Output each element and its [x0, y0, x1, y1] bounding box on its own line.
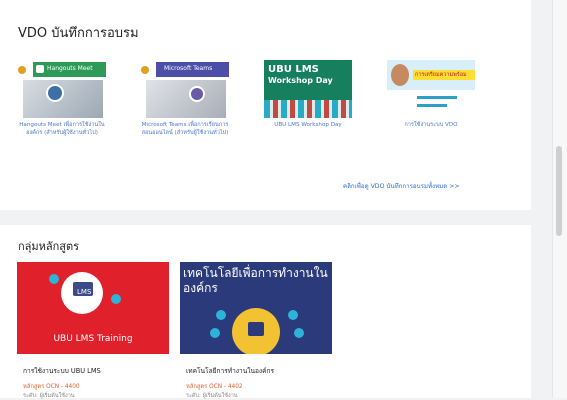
cone-icon [141, 66, 149, 74]
avatar [189, 86, 205, 102]
course-meta: ระดับ: ผู้เริ่มต้นใช้งาน [186, 393, 238, 399]
avatar [391, 64, 409, 86]
vdo-item-label[interactable]: UBU LMS Workshop Day [264, 121, 352, 129]
vdo-thumbnail[interactable]: Microsoft Teams [141, 60, 229, 118]
course-section-title: กลุ่มหลักสูตร [18, 240, 80, 253]
scrollbar-thumb[interactable] [556, 146, 562, 236]
chart-icon [294, 328, 304, 338]
course-card-2[interactable]: เทคโนโลยีเพื่อการทำงานในองค์กร เทคโนโลยี… [180, 262, 332, 399]
meet-icon [36, 65, 44, 73]
course-image[interactable]: LMS UBU LMS Training [17, 262, 169, 354]
vdo-thumbnail[interactable]: UBU LMS Workshop Day [264, 60, 352, 118]
cone-icon [18, 66, 26, 74]
course-card-1[interactable]: LMS UBU LMS Training การใช้งานระบบ UBU L… [17, 262, 169, 399]
vdo-section: VDO บันทึกการอบรม Hangouts Meet Hangouts… [0, 0, 531, 210]
vdo-thumbnail[interactable]: Hangouts Meet [18, 60, 106, 118]
vdo-item-label[interactable]: Hangouts Meet เพื่อการใช้งานในองค์กร (สำ… [18, 121, 106, 137]
vdo-section-title: VDO บันทึกการอบรม [18, 26, 139, 41]
course-meta: ระดับ: ผู้เริ่มต้นใช้งาน [23, 393, 75, 399]
lightbulb-icon [49, 274, 59, 284]
gear-icon [216, 310, 226, 320]
vdo-item-2[interactable]: Microsoft Teams Microsoft Teams เพื่อการ… [141, 60, 229, 137]
course-code: หลักสูตร OCN - 4400 [23, 384, 80, 390]
avatar [46, 84, 64, 102]
vdo-item-1[interactable]: Hangouts Meet Hangouts Meet เพื่อการใช้ง… [18, 60, 106, 137]
course-image[interactable]: เทคโนโลยีเพื่อการทำงานในองค์กร [180, 262, 332, 354]
course-image-caption: เทคโนโลยีเพื่อการทำงานในองค์กร [183, 266, 328, 295]
mail-icon [111, 294, 121, 304]
lightbulb-icon [210, 328, 220, 338]
vdo-thumbnail[interactable]: การเตรียมความพร้อม [387, 60, 475, 118]
course-image-caption: UBU LMS Training [53, 334, 133, 344]
page: VDO บันทึกการอบรม Hangouts Meet Hangouts… [0, 0, 567, 399]
view-all-vdo-link[interactable]: คลิกเพื่อดู VDO บันทึกการอบรมทั้งหมด >> [343, 181, 460, 191]
course-title[interactable]: การใช้งานระบบ UBU LMS [23, 365, 101, 376]
globe-icon [288, 310, 298, 320]
monitor-icon [248, 322, 264, 336]
vdo-item-3[interactable]: UBU LMS Workshop Day UBU LMS Workshop Da… [264, 60, 352, 129]
course-code: หลักสูตร OCN - 4402 [186, 384, 243, 390]
course-title[interactable]: เทคโนโลยีการทำงานในองค์กร [186, 365, 274, 376]
vdo-item-label[interactable]: Microsoft Teams เพื่อการเรียนการสอนออนไล… [141, 121, 229, 137]
vdo-item-4[interactable]: การเตรียมความพร้อม การใช้งานระบบ VDO [387, 60, 475, 129]
vdo-item-label[interactable]: การใช้งานระบบ VDO [387, 121, 475, 129]
